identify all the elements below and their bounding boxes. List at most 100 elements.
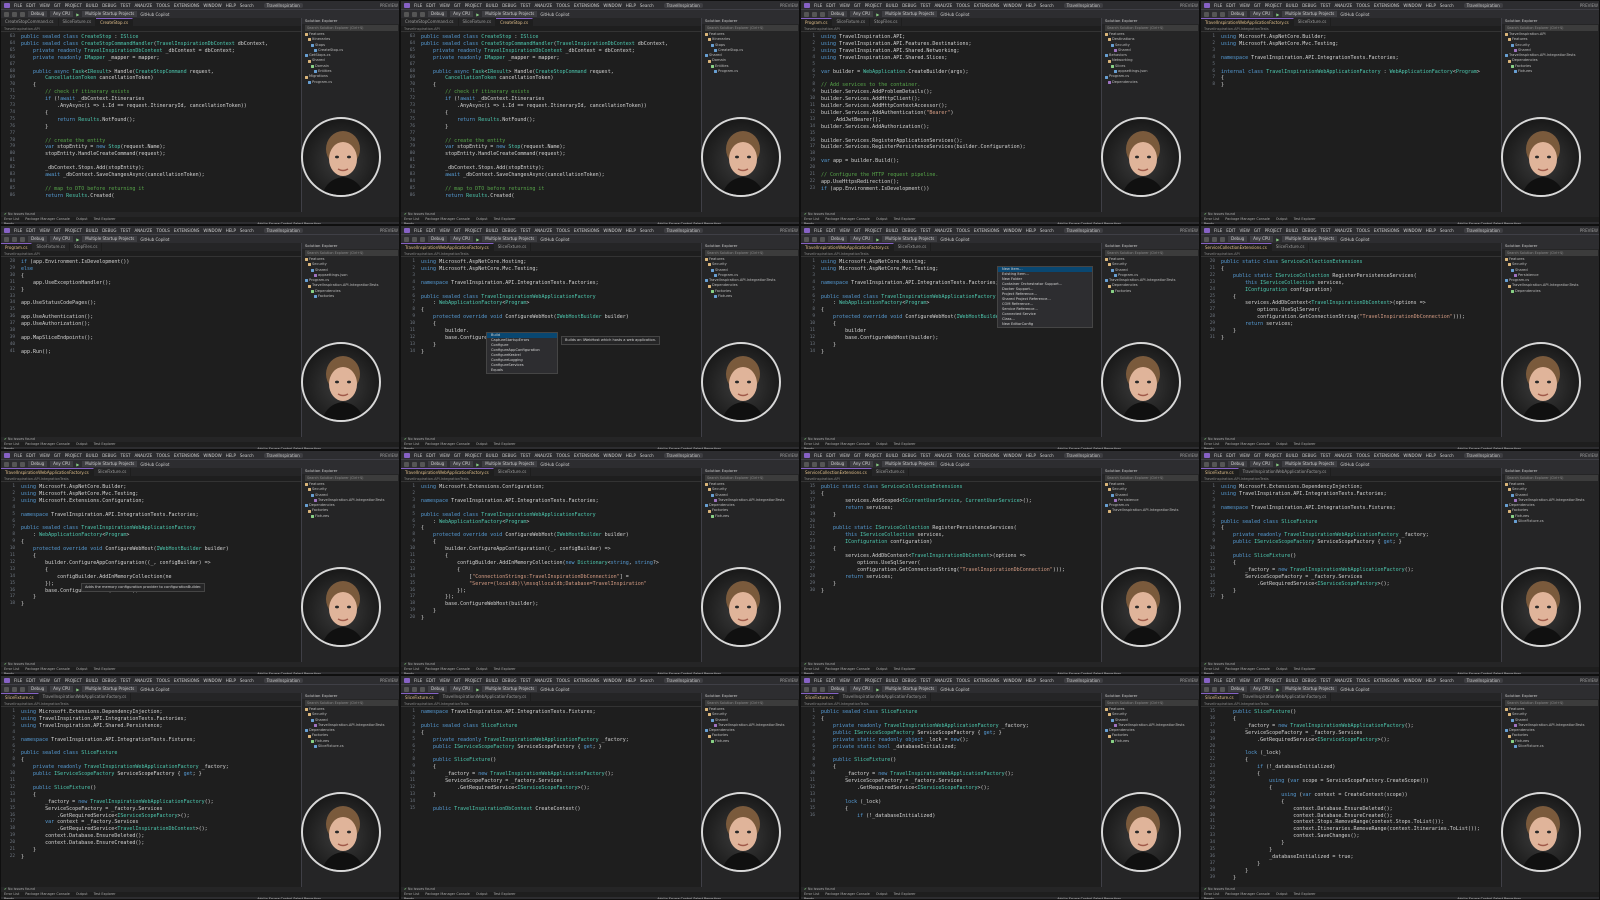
menu-item-window[interactable]: WINDOW <box>1403 3 1421 8</box>
back-icon[interactable] <box>804 236 809 242</box>
menu-item-git[interactable]: GIT <box>1254 3 1261 8</box>
platform-dropdown[interactable]: Any CPU <box>850 11 874 17</box>
menu-item-file[interactable]: FILE <box>1214 228 1222 233</box>
menu-item-debug[interactable]: DEBUG <box>502 3 516 8</box>
menu-item-build[interactable]: BUILD <box>486 678 498 683</box>
menu-item-debug[interactable]: DEBUG <box>102 228 116 233</box>
menu-item-debug[interactable]: DEBUG <box>902 678 916 683</box>
menu-item-edit[interactable]: EDIT <box>26 228 35 233</box>
menu-item-project[interactable]: PROJECT <box>65 3 82 8</box>
menu-item-window[interactable]: WINDOW <box>603 678 621 683</box>
search-box[interactable]: Search <box>640 453 654 458</box>
start-icon[interactable]: ▶ <box>876 12 879 17</box>
solution-explorer-search[interactable]: Search Solution Explorer (Ctrl+$) <box>305 250 398 256</box>
config-dropdown[interactable]: Debug <box>1228 236 1248 242</box>
menu-item-help[interactable]: HELP <box>1426 3 1436 8</box>
menu-item-project[interactable]: PROJECT <box>65 453 82 458</box>
menu-item-view[interactable]: VIEW <box>1239 678 1249 683</box>
copilot-button[interactable]: GitHub Copilot <box>1340 687 1369 692</box>
editor-tab[interactable]: CreateStop.cs <box>96 18 134 26</box>
editor-tab[interactable]: SliceFixture.cs <box>494 468 532 476</box>
code-editor[interactable]: 1 using TravelInspiration.API; 2 using Trav… <box>801 32 1101 212</box>
copilot-button[interactable]: GitHub Copilot <box>540 462 569 467</box>
menu-item-test[interactable]: TEST <box>920 228 930 233</box>
menu-item-git[interactable]: GIT <box>54 228 61 233</box>
tree-item[interactable]: Factories <box>1102 289 1199 294</box>
menu-item-analyze[interactable]: ANALYZE <box>1334 678 1352 683</box>
tree-item[interactable]: Dependencies <box>1102 80 1199 85</box>
editor-tab[interactable]: CreateStopCommand.cs <box>401 18 459 26</box>
search-box[interactable]: Search <box>640 678 654 683</box>
search-box[interactable]: Search <box>640 228 654 233</box>
menu-item-file[interactable]: FILE <box>1214 453 1222 458</box>
editor-tab[interactable]: TravelInspirationWebApplicationFactory.c… <box>401 243 494 251</box>
menu-item-debug[interactable]: DEBUG <box>102 678 116 683</box>
platform-dropdown[interactable]: Any CPU <box>450 686 474 692</box>
menu-item-extensions[interactable]: EXTENSIONS <box>174 3 200 8</box>
startup-projects-dropdown[interactable]: Multiple Startup Projects <box>482 461 538 467</box>
menu-item-project[interactable]: PROJECT <box>1265 228 1282 233</box>
menu-item-extensions[interactable]: EXTENSIONS <box>1374 3 1400 8</box>
config-dropdown[interactable]: Debug <box>428 11 448 17</box>
save-all-icon[interactable] <box>20 11 25 17</box>
menu-item-test[interactable]: TEST <box>1320 228 1330 233</box>
menu-item-git[interactable]: GIT <box>54 3 61 8</box>
config-dropdown[interactable]: Debug <box>428 686 448 692</box>
code-editor[interactable]: 28 if (app.Environment.IsDevelopment()) 29… <box>1 257 301 437</box>
menu-item-git[interactable]: GIT <box>1254 453 1261 458</box>
menu-item-edit[interactable]: EDIT <box>26 3 35 8</box>
editor-tab[interactable]: CreateStopCommand.cs <box>1 18 59 26</box>
copilot-button[interactable]: GitHub Copilot <box>940 462 969 467</box>
menu-item-test[interactable]: TEST <box>1320 678 1330 683</box>
tree-item[interactable]: Fixtures <box>1102 739 1199 744</box>
start-icon[interactable]: ▶ <box>76 12 79 17</box>
startup-projects-dropdown[interactable]: Multiple Startup Projects <box>1282 461 1338 467</box>
menu-item-help[interactable]: HELP <box>1426 228 1436 233</box>
menu-item-edit[interactable]: EDIT <box>426 3 435 8</box>
search-box[interactable]: Search <box>1440 3 1454 8</box>
menu-item-tools[interactable]: TOOLS <box>956 3 970 8</box>
forward-icon[interactable] <box>1212 236 1217 242</box>
menu-item-git[interactable]: GIT <box>454 678 461 683</box>
menu-item-project[interactable]: PROJECT <box>1265 3 1282 8</box>
save-all-icon[interactable] <box>420 461 425 467</box>
menu-item-debug[interactable]: DEBUG <box>102 3 116 8</box>
menu-item-project[interactable]: PROJECT <box>865 228 882 233</box>
menu-item-debug[interactable]: DEBUG <box>502 453 516 458</box>
menu-item-build[interactable]: BUILD <box>86 678 98 683</box>
startup-projects-dropdown[interactable]: Multiple Startup Projects <box>482 686 538 692</box>
startup-projects-dropdown[interactable]: Multiple Startup Projects <box>882 11 938 17</box>
search-box[interactable]: Search <box>240 3 254 8</box>
forward-icon[interactable] <box>1212 686 1217 692</box>
save-all-icon[interactable] <box>420 686 425 692</box>
menu-item-window[interactable]: WINDOW <box>203 228 221 233</box>
menu-item-tools[interactable]: TOOLS <box>556 3 570 8</box>
platform-dropdown[interactable]: Any CPU <box>50 11 74 17</box>
menu-item-file[interactable]: FILE <box>14 678 22 683</box>
search-box[interactable]: Search <box>1440 453 1454 458</box>
copilot-button[interactable]: GitHub Copilot <box>940 12 969 17</box>
menu-item-help[interactable]: HELP <box>226 678 236 683</box>
editor-tab[interactable]: TravelInspirationWebApplicationFactory.c… <box>439 693 532 701</box>
startup-projects-dropdown[interactable]: Multiple Startup Projects <box>482 11 538 17</box>
menu-item-window[interactable]: WINDOW <box>1003 453 1021 458</box>
solution-explorer-search[interactable]: Search Solution Explorer (Ctrl+$) <box>705 25 798 31</box>
platform-dropdown[interactable]: Any CPU <box>450 461 474 467</box>
forward-icon[interactable] <box>412 236 417 242</box>
code-editor[interactable]: 15 public SliceFixture() 16 {17 _factory … <box>1201 707 1501 887</box>
menu-item-view[interactable]: VIEW <box>1239 3 1249 8</box>
code-editor[interactable]: 1 public sealed class SliceFixture 2 {3 pri… <box>801 707 1101 887</box>
save-all-icon[interactable] <box>820 236 825 242</box>
menu-item-file[interactable]: FILE <box>14 228 22 233</box>
menu-item-view[interactable]: VIEW <box>39 453 49 458</box>
startup-projects-dropdown[interactable]: Multiple Startup Projects <box>882 461 938 467</box>
back-icon[interactable] <box>4 686 9 692</box>
solution-explorer-search[interactable]: Search Solution Explorer (Ctrl+$) <box>1505 250 1598 256</box>
menu-item-git[interactable]: GIT <box>54 678 61 683</box>
menu-item-window[interactable]: WINDOW <box>1403 453 1421 458</box>
menu-item-help[interactable]: HELP <box>1426 678 1436 683</box>
menu-item-view[interactable]: VIEW <box>839 678 849 683</box>
menu-item-test[interactable]: TEST <box>1320 3 1330 8</box>
menu-item-tools[interactable]: TOOLS <box>556 228 570 233</box>
menu-item-window[interactable]: WINDOW <box>203 678 221 683</box>
